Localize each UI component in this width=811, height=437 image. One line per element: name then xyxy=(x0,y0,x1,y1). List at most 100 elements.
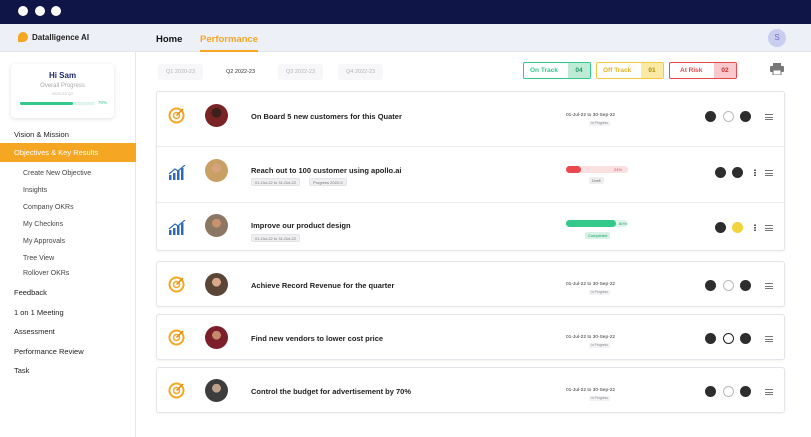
brand-logo[interactable]: Datalligence AI xyxy=(18,32,89,42)
status-label: Off Track xyxy=(603,67,632,74)
owner-avatar[interactable] xyxy=(205,104,228,127)
target-icon xyxy=(168,276,185,293)
sidebar-item-performance-review[interactable]: Performance Review xyxy=(14,347,84,356)
overall-progress-label: Overall Progress xyxy=(40,83,85,89)
message-icon[interactable] xyxy=(740,386,751,397)
more-options-icon[interactable] xyxy=(754,224,756,231)
sidebar-item-vision-mission[interactable]: Vision & Mission xyxy=(14,130,69,139)
sidebar-item-assessment[interactable]: Assessment xyxy=(14,327,55,336)
sidebar-subitem-my-approvals[interactable]: My Approvals xyxy=(23,238,65,245)
sidebar-item-okrs[interactable]: Objectives & Key Results xyxy=(0,143,136,162)
sidebar-item-label: Objectives & Key Results xyxy=(14,148,99,157)
status-off-track[interactable]: Off Track 01 xyxy=(596,62,664,79)
objective-card[interactable]: Control the budget for advertisement by … xyxy=(156,367,785,413)
window-dot-icon[interactable] xyxy=(18,6,28,16)
status-at-risk[interactable]: At Risk 02 xyxy=(669,62,737,79)
sidebar-subitem-insights[interactable]: Insights xyxy=(23,187,47,194)
sidebar-subitem-rollover-okrs[interactable]: Rollover OKRs xyxy=(23,270,69,277)
tab-quarter-q3[interactable]: Q3 2022-23 xyxy=(278,64,324,80)
chat-icon[interactable] xyxy=(715,167,726,178)
menu-icon[interactable] xyxy=(765,225,773,231)
progress-ring-icon[interactable] xyxy=(723,333,734,344)
objective-row[interactable]: Improve our product design 01-Oct-22 to … xyxy=(157,203,784,251)
objective-card[interactable]: Find new vendors to lower cost price 01-… xyxy=(156,314,785,360)
status-label: On Track xyxy=(530,67,558,74)
menu-icon[interactable] xyxy=(765,283,773,289)
status-on-track[interactable]: On Track 04 xyxy=(523,62,591,79)
status-label: At Risk xyxy=(680,67,703,74)
owner-avatar[interactable] xyxy=(205,379,228,402)
objective-title[interactable]: On Board 5 new customers for this Quater xyxy=(251,112,402,121)
sidebar-subitem-create-objective[interactable]: Create New Objective xyxy=(23,170,91,177)
chart-icon xyxy=(168,165,186,180)
objective-date-tag: 01-Oct-22 to 31-Oct-22 xyxy=(251,178,301,186)
objective-date-tag: 01-Oct-22 to 31-Oct-22 xyxy=(251,234,301,242)
progress-ring-icon[interactable] xyxy=(723,386,734,397)
objective-status: In Progress xyxy=(589,290,610,295)
nav-home[interactable]: Home xyxy=(156,34,182,45)
brand-name: Datalligence AI xyxy=(32,32,90,42)
objective-status: Completed xyxy=(585,232,611,239)
owner-avatar[interactable] xyxy=(205,326,228,349)
printer-icon[interactable] xyxy=(770,63,784,75)
progress-ring-icon[interactable] xyxy=(723,280,734,291)
user-pin-icon[interactable] xyxy=(732,167,743,178)
message-icon[interactable] xyxy=(740,280,751,291)
objective-date: 01-Jul-22 to 30-Sep-22 xyxy=(566,282,616,287)
chart-icon xyxy=(168,220,186,235)
message-icon[interactable] xyxy=(740,333,751,344)
sidebar-item-1on1-meeting[interactable]: 1 on 1 Meeting xyxy=(14,308,64,317)
objective-title[interactable]: Find new vendors to lower cost price xyxy=(251,334,383,343)
menu-icon[interactable] xyxy=(765,336,773,342)
objective-row[interactable]: On Board 5 new customers for this Quater… xyxy=(157,92,784,146)
target-icon xyxy=(168,107,185,124)
nav-performance[interactable]: Performance xyxy=(200,34,259,52)
objective-title[interactable]: Achieve Record Revenue for the quarter xyxy=(251,281,394,290)
owner-avatar[interactable] xyxy=(205,273,228,296)
objective-progress-bar: 24% xyxy=(566,166,628,173)
overall-progress-percent: 70% xyxy=(98,100,108,105)
status-count: 02 xyxy=(714,63,736,78)
status-count: 04 xyxy=(568,63,590,78)
objective-progress-bar: 80% xyxy=(566,220,628,227)
window-dot-icon[interactable] xyxy=(35,6,45,16)
objective-date: 01-Jul-22 to 30-Sep-22 xyxy=(566,335,616,340)
group-icon[interactable] xyxy=(705,333,716,344)
objective-title[interactable]: Control the budget for advertisement by … xyxy=(251,387,411,396)
sidebar-subitem-my-checkins[interactable]: My Checkins xyxy=(23,221,63,228)
menu-icon[interactable] xyxy=(765,170,773,176)
group-icon[interactable] xyxy=(705,111,716,122)
group-icon[interactable] xyxy=(705,386,716,397)
more-options-icon[interactable] xyxy=(754,169,756,176)
sidebar-subitem-tree-view[interactable]: Tree View xyxy=(23,255,54,262)
emoji-icon[interactable] xyxy=(732,222,743,233)
objective-status: In Progress xyxy=(589,121,610,126)
status-count: 01 xyxy=(641,63,663,78)
objective-period-tag: Progress 2022-II xyxy=(309,178,347,186)
objective-title[interactable]: Reach out to 100 customer using apollo.a… xyxy=(251,166,401,175)
overall-progress-sublabel: 2022-23 Q2 xyxy=(51,91,74,96)
menu-icon[interactable] xyxy=(765,389,773,395)
group-icon[interactable] xyxy=(705,280,716,291)
window-dot-icon[interactable] xyxy=(51,6,61,16)
sidebar-item-task[interactable]: Task xyxy=(14,366,29,375)
objective-card[interactable]: Achieve Record Revenue for the quarter 0… xyxy=(156,261,785,307)
owner-avatar[interactable] xyxy=(205,159,228,182)
user-avatar[interactable]: S xyxy=(768,29,786,47)
owner-avatar[interactable] xyxy=(205,214,228,237)
objective-row[interactable]: Reach out to 100 customer using apollo.a… xyxy=(157,147,784,202)
target-icon xyxy=(168,329,185,346)
objective-status: Draft xyxy=(589,177,604,184)
objective-title[interactable]: Improve our product design xyxy=(251,221,351,230)
menu-icon[interactable] xyxy=(765,114,773,120)
sidebar-item-feedback[interactable]: Feedback xyxy=(14,288,47,297)
message-icon[interactable] xyxy=(740,111,751,122)
progress-ring-icon[interactable] xyxy=(723,111,734,122)
tab-quarter-q4[interactable]: Q4 2022-23 xyxy=(338,64,384,80)
sidebar: Hi Sam Overall Progress 2022-23 Q2 70% V… xyxy=(0,52,136,437)
tab-quarter-q1[interactable]: Q1 2020-23 xyxy=(158,64,204,80)
chat-icon[interactable] xyxy=(715,222,726,233)
sidebar-subitem-company-okrs[interactable]: Company OKRs xyxy=(23,204,74,211)
tab-quarter-q2[interactable]: Q2 2022-23 xyxy=(218,64,264,80)
brand-logo-icon xyxy=(18,32,28,42)
